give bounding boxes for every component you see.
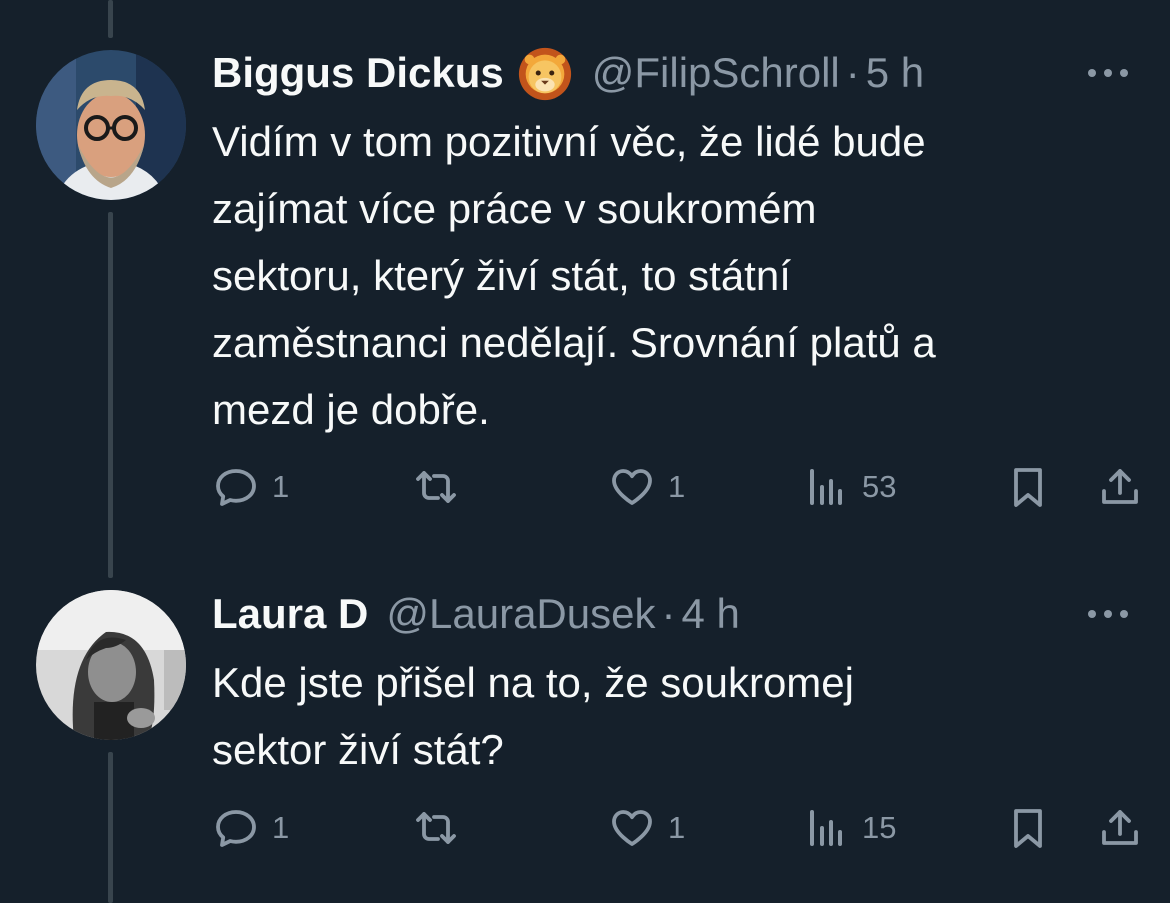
bookmark-icon — [1014, 809, 1042, 848]
views-icon — [810, 469, 842, 505]
more-options-icon[interactable] — [1084, 61, 1132, 85]
retweet-icon — [416, 471, 456, 503]
tweet-2[interactable]: Laura D @LauraDusek · 4 h Kde jste přiše… — [0, 560, 1170, 903]
views-count: 53 — [862, 469, 897, 504]
retweet-button[interactable] — [412, 462, 472, 512]
reply-button[interactable]: 1 — [212, 803, 289, 853]
like-count: 1 — [668, 469, 686, 504]
tweet-1[interactable]: Biggus Dickus @FilipSchroll · 5 h Vidím … — [0, 0, 1170, 560]
retweet-icon — [416, 812, 456, 844]
share-button[interactable] — [1096, 462, 1144, 512]
display-name[interactable]: Laura D — [212, 590, 368, 638]
reply-count: 1 — [272, 810, 290, 845]
bookmark-button[interactable] — [1004, 462, 1052, 512]
tweet-text: Kde jste přišel na to, že soukromej sekt… — [212, 659, 854, 773]
like-button[interactable]: 1 — [608, 803, 685, 853]
views-button[interactable]: 15 — [802, 803, 896, 853]
user-handle[interactable]: @FilipSchroll — [592, 49, 840, 97]
timestamp[interactable]: 5 h — [866, 49, 924, 97]
tweet-1-actions: 1 1 53 — [212, 462, 1152, 512]
views-icon — [810, 810, 842, 846]
timestamp[interactable]: 4 h — [681, 590, 739, 638]
retweet-button[interactable] — [412, 803, 472, 853]
separator-dot: · — [661, 590, 676, 637]
like-count: 1 — [668, 810, 686, 845]
lion-face-icon — [516, 44, 574, 102]
reply-icon — [216, 469, 256, 506]
reply-button[interactable]: 1 — [212, 462, 289, 512]
share-icon — [1102, 469, 1138, 504]
like-button[interactable]: 1 — [608, 462, 685, 512]
tweet-1-header: Biggus Dickus @FilipSchroll · 5 h — [212, 44, 924, 102]
more-options-icon[interactable] — [1084, 602, 1132, 626]
views-button[interactable]: 53 — [802, 462, 896, 512]
separator-dot: · — [845, 49, 860, 96]
display-name[interactable]: Biggus Dickus — [212, 49, 504, 97]
tweet-2-header: Laura D @LauraDusek · 4 h — [212, 588, 740, 640]
heart-icon — [612, 469, 652, 505]
reply-icon — [216, 810, 256, 847]
heart-icon — [612, 810, 652, 846]
tweet-2-actions: 1 1 15 — [212, 803, 1152, 853]
bookmark-button[interactable] — [1004, 803, 1052, 853]
views-count: 15 — [862, 810, 897, 845]
reply-count: 1 — [272, 469, 290, 504]
share-button[interactable] — [1096, 803, 1144, 853]
user-handle[interactable]: @LauraDusek — [386, 590, 655, 638]
avatar-laura[interactable] — [36, 590, 186, 740]
share-icon — [1102, 810, 1138, 845]
tweet-text: Vidím v tom pozitivní věc, že lidé bude … — [212, 118, 936, 433]
bookmark-icon — [1014, 468, 1042, 507]
avatar-filip[interactable] — [36, 50, 186, 200]
